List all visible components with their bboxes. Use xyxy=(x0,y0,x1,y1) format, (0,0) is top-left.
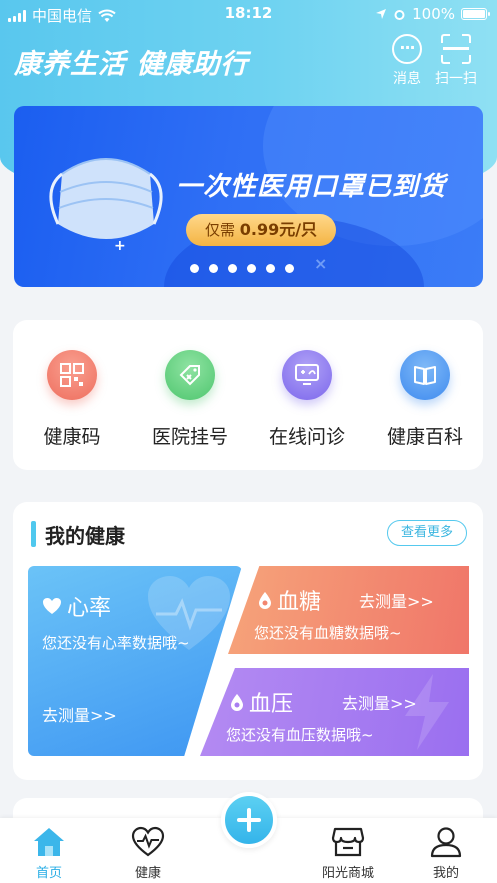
service-online-consult[interactable]: 在线问诊 xyxy=(257,350,357,449)
tab-label: 首页 xyxy=(35,866,62,881)
services-card: 健康码 医院挂号 在线问诊 健康百科 xyxy=(13,320,483,470)
tab-label: 健康 xyxy=(134,866,161,881)
book-icon xyxy=(400,350,450,400)
blood-drop-icon xyxy=(259,592,271,609)
online-consult-icon xyxy=(282,350,332,400)
add-button[interactable] xyxy=(221,792,277,848)
service-health-code[interactable]: 健康码 xyxy=(22,350,122,449)
promo-banner[interactable]: + × 一次性医用口罩已到货 仅需 0.99元/只 xyxy=(14,106,483,287)
blood-sugar-measure-link[interactable]: 去测量>> xyxy=(359,588,434,612)
chat-bubble-icon xyxy=(392,34,422,64)
battery-percent: 100% xyxy=(412,5,455,23)
blood-sugar-desc: 您还没有血糖数据哦~ xyxy=(254,624,402,642)
tab-health[interactable]: 健康 xyxy=(108,826,188,881)
page-dot[interactable] xyxy=(190,264,199,273)
home-icon xyxy=(32,826,66,858)
blood-drop-icon xyxy=(231,694,243,711)
service-label: 健康码 xyxy=(43,426,101,448)
blood-pressure-title: 血压 xyxy=(230,686,293,718)
blood-pressure-card[interactable]: 血压 去测量>> 您还没有血压数据哦~ xyxy=(200,668,469,756)
service-label: 医院挂号 xyxy=(151,426,228,448)
heart-rate-card[interactable]: 心率 您还没有心率数据哦~ 去测量>> xyxy=(28,566,242,756)
tab-label: 阳光商城 xyxy=(321,866,374,881)
app-title: 康养生活 健康助行 xyxy=(14,49,249,80)
medicine-tag-icon xyxy=(165,350,215,400)
face-mask-icon xyxy=(49,158,163,239)
qr-code-icon xyxy=(47,350,97,400)
my-health-card: 我的健康 查看更多 心率 您还没有心率数据哦~ 去测量>> 血糖 去测量>> 您… xyxy=(13,502,483,780)
tab-label: 我的 xyxy=(432,866,459,881)
price-prefix: 仅需 xyxy=(204,221,235,239)
banner-title: 一次性医用口罩已到货 xyxy=(176,172,447,202)
page-dot[interactable] xyxy=(285,264,294,273)
page-dot[interactable] xyxy=(209,264,218,273)
status-bar: 中国电信 18:12 100% xyxy=(0,0,497,28)
blood-sugar-card[interactable]: 血糖 去测量>> 您还没有血糖数据哦~ xyxy=(228,566,469,654)
view-more-button[interactable]: 查看更多 xyxy=(387,520,467,546)
service-health-encyclopedia[interactable]: 健康百科 xyxy=(375,350,475,449)
service-hospital-registration[interactable]: 医院挂号 xyxy=(140,350,240,449)
tab-mine[interactable]: 我的 xyxy=(406,826,486,881)
heart-rate-measure-link[interactable]: 去测量>> xyxy=(42,702,117,726)
scan-button[interactable]: 扫一扫 xyxy=(433,34,479,88)
heart-rate-title: 心率 xyxy=(42,590,111,622)
price-value: 0.99元/只 xyxy=(239,220,318,239)
service-label: 在线问诊 xyxy=(268,426,345,448)
service-label: 健康百科 xyxy=(386,426,463,448)
tab-home[interactable]: 首页 xyxy=(9,826,89,881)
user-icon xyxy=(429,826,463,858)
banner-price-tag: 仅需 0.99元/只 xyxy=(186,214,336,246)
blood-pressure-desc: 您还没有血压数据哦~ xyxy=(226,726,374,744)
heartbeat-icon xyxy=(131,826,165,858)
scan-label: 扫一扫 xyxy=(435,71,477,87)
message-label: 消息 xyxy=(393,71,421,87)
page-dot[interactable] xyxy=(228,264,237,273)
status-right: 100% xyxy=(375,5,490,23)
scan-icon xyxy=(441,34,471,64)
message-button[interactable]: 消息 xyxy=(384,34,430,88)
store-icon xyxy=(331,826,365,858)
page-dot[interactable] xyxy=(266,264,275,273)
page-dot[interactable] xyxy=(247,264,256,273)
alarm-icon xyxy=(394,9,405,20)
section-title: 我的健康 xyxy=(31,520,125,549)
location-arrow-icon xyxy=(376,9,387,19)
heart-rate-desc: 您还没有心率数据哦~ xyxy=(42,634,190,652)
banner-pagination xyxy=(190,264,294,273)
blood-sugar-title: 血糖 xyxy=(258,584,321,616)
heart-icon xyxy=(43,598,61,614)
battery-icon xyxy=(461,8,490,20)
tab-mall[interactable]: 阳光商城 xyxy=(308,826,388,881)
blood-pressure-measure-link[interactable]: 去测量>> xyxy=(342,690,417,714)
